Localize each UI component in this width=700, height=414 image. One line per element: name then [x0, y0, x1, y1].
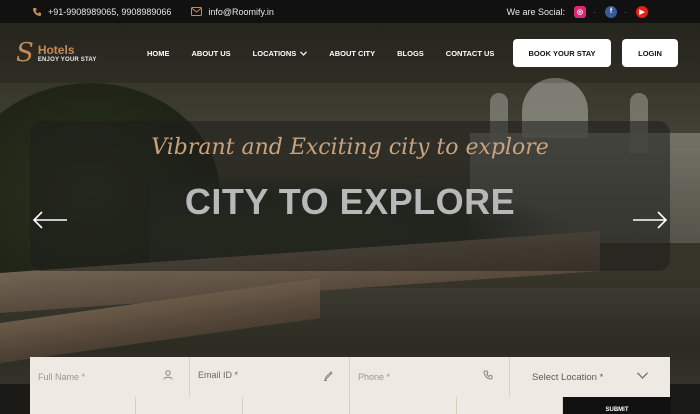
submit-button[interactable]: SUBMIT [563, 397, 671, 414]
arrow-left-icon[interactable] [32, 210, 68, 235]
nav-item-about-city[interactable]: ABOUT CITY [329, 49, 375, 58]
location-select[interactable]: Select Location * [510, 357, 670, 397]
nav-item-blogs[interactable]: BLOGS [397, 49, 424, 58]
hero-subtitle: Vibrant and Exciting city to explore [151, 135, 549, 160]
login-button[interactable]: LOGIN [622, 39, 678, 67]
phone-icon [32, 7, 42, 17]
chevron-down-icon [300, 49, 308, 58]
separator-dot: · [593, 6, 596, 17]
form-field[interactable] [30, 397, 136, 414]
hero-title: CITY TO EXPLORE [184, 181, 516, 222]
mail-icon [191, 7, 203, 16]
social-label: We are Social: [506, 6, 565, 17]
phone-icon [483, 370, 493, 383]
booking-form: Full Name * Email ID * Phone * Select Lo… [30, 357, 670, 397]
form-field[interactable] [350, 397, 457, 414]
nav-menu: HOME ABOUT US LOCATIONS ABOUT CITY BLOGS… [147, 23, 516, 83]
logo-mark: S [16, 38, 34, 68]
user-icon [163, 370, 173, 383]
separator-dot: · [624, 6, 627, 17]
full-name-field[interactable]: Full Name * [30, 357, 190, 397]
email-placeholder: Email ID * [198, 370, 239, 380]
full-name-placeholder: Full Name * [38, 372, 86, 382]
contact-email[interactable]: info@Roomify.in [208, 7, 274, 17]
form-field[interactable] [457, 397, 563, 414]
form-field[interactable] [136, 397, 243, 414]
instagram-icon[interactable]: ◎ [574, 5, 586, 18]
main-navbar: S Hotels ENJOY YOUR STAY HOME ABOUT US L… [0, 23, 700, 83]
logo-tagline: ENJOY YOUR STAY [37, 57, 97, 63]
pen-icon [323, 371, 333, 384]
youtube-icon[interactable]: ▶ [636, 5, 648, 18]
contact-phone[interactable]: +91-9908989065, 9908989066 [48, 7, 171, 17]
arrow-right-icon[interactable] [632, 210, 668, 235]
top-info-bar: +91-9908989065, 9908989066 info@Roomify.… [0, 0, 700, 23]
form-field[interactable] [243, 397, 350, 414]
nav-item-locations[interactable]: LOCATIONS [253, 49, 308, 58]
email-field[interactable]: Email ID * [190, 357, 350, 397]
site-logo[interactable]: S Hotels ENJOY YOUR STAY [16, 40, 97, 66]
nav-item-home[interactable]: HOME [147, 49, 170, 58]
facebook-icon[interactable]: f [605, 5, 617, 18]
phone-placeholder: Phone * [358, 372, 391, 382]
nav-item-about-us[interactable]: ABOUT US [192, 49, 231, 58]
nav-item-contact-us[interactable]: CONTACT US [446, 49, 495, 58]
logo-brand: Hotels [37, 43, 75, 57]
book-your-stay-button[interactable]: BOOK YOUR STAY [513, 39, 611, 67]
chevron-down-icon [637, 371, 648, 382]
phone-field[interactable]: Phone * [350, 357, 510, 397]
location-placeholder: Select Location * [532, 371, 604, 383]
